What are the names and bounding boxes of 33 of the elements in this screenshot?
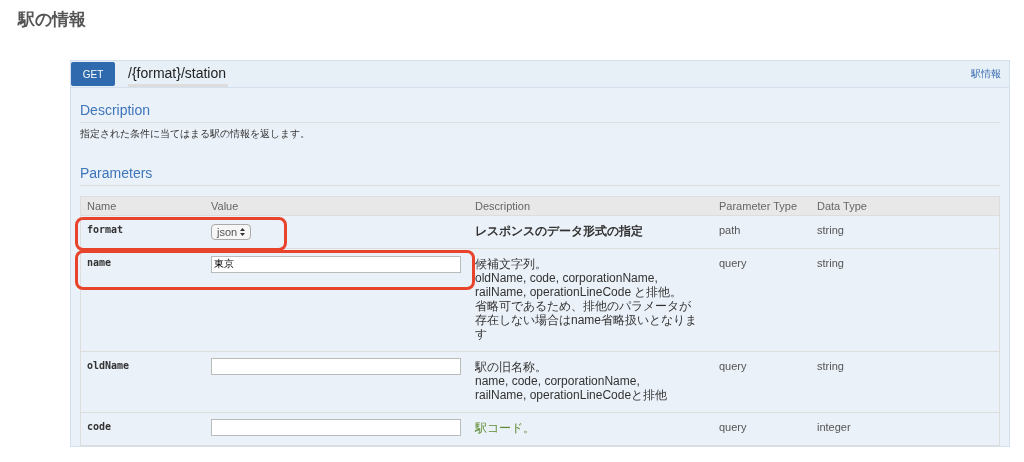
description-text: 指定された条件に当てはまる駅の情報を返します。 — [80, 127, 311, 141]
section-heading: Description — [80, 102, 1000, 123]
data-type: string — [816, 256, 845, 271]
column-header: Parameter Type — [713, 197, 811, 215]
param-type: query — [718, 420, 748, 435]
tag-link[interactable]: 駅情報 — [971, 67, 1001, 81]
param-name: code — [86, 420, 113, 434]
param-name: name — [86, 256, 113, 270]
data-type: string — [816, 223, 845, 238]
param-description: 駅の旧名称。 name, code, corporationName, railName, operationLineCodeと排他 — [474, 359, 669, 404]
method-badge[interactable]: GET — [71, 62, 115, 86]
format-select[interactable]: json — [211, 224, 252, 240]
param-type: path — [718, 223, 742, 238]
param-type: query — [718, 359, 748, 374]
page-title: 駅の情報 — [18, 9, 87, 31]
param-type: query — [718, 256, 748, 271]
param-name: oldName — [86, 359, 131, 373]
param-description: レスポンスのデータ形式の指定 — [474, 223, 644, 240]
param-name: format — [86, 223, 125, 237]
input-field[interactable] — [211, 419, 461, 436]
column-header: Value — [205, 197, 469, 215]
column-header: Name — [81, 197, 205, 215]
section-heading: Parameters — [80, 165, 1000, 186]
input-field[interactable]: 東京 — [211, 255, 461, 273]
data-type: integer — [816, 420, 852, 435]
param-description: 候補文字列。 oldName, code, corporationName, railName, operationLineCode と排他。 省略可であるため、排他のパラメータが 存在しない場合はname省略扱いとなりま す — [474, 256, 699, 343]
data-type: string — [816, 359, 845, 374]
column-header: Description — [469, 197, 713, 215]
endpoint-path[interactable]: /{format}/station — [128, 61, 229, 87]
input-field[interactable] — [211, 358, 461, 375]
updown-caret-icon — [240, 228, 246, 236]
column-header: Data Type — [811, 197, 999, 215]
param-description[interactable]: 駅コード。 — [469, 413, 713, 445]
